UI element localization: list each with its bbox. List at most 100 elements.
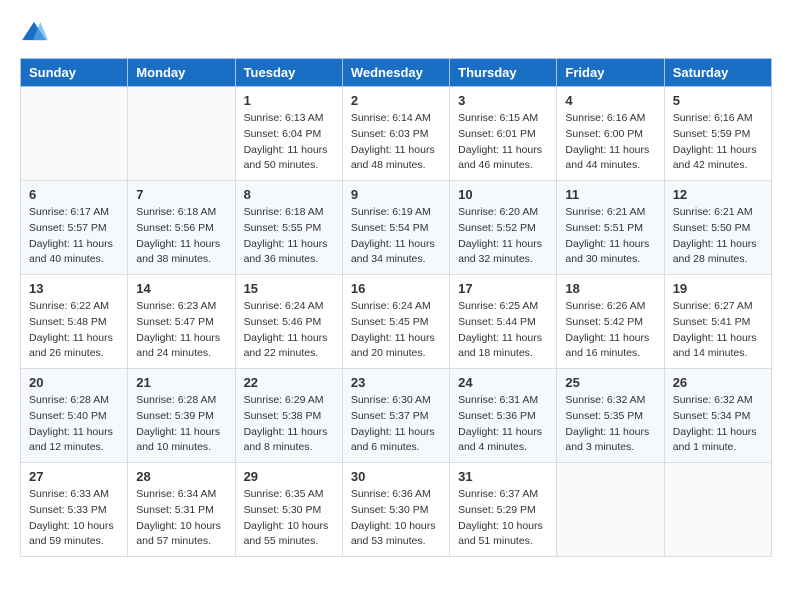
- calendar-week-3: 13 Sunrise: 6:22 AMSunset: 5:48 PMDayligh…: [21, 275, 772, 369]
- day-number: 14: [136, 281, 226, 296]
- calendar-table: SundayMondayTuesdayWednesdayThursdayFrid…: [20, 58, 772, 557]
- day-number: 12: [673, 187, 763, 202]
- calendar-cell: 17 Sunrise: 6:25 AMSunset: 5:44 PMDayligh…: [450, 275, 557, 369]
- day-info: Sunrise: 6:24 AMSunset: 5:45 PMDaylight:…: [351, 299, 441, 362]
- calendar-header: SundayMondayTuesdayWednesdayThursdayFrid…: [21, 59, 772, 87]
- weekday-header-monday: Monday: [128, 59, 235, 87]
- day-info: Sunrise: 6:26 AMSunset: 5:42 PMDaylight:…: [565, 299, 655, 362]
- calendar-cell: 21 Sunrise: 6:28 AMSunset: 5:39 PMDayligh…: [128, 369, 235, 463]
- calendar-cell: 2 Sunrise: 6:14 AMSunset: 6:03 PMDaylight…: [342, 87, 449, 181]
- day-info: Sunrise: 6:37 AMSunset: 5:29 PMDaylight:…: [458, 487, 548, 550]
- calendar-cell: 8 Sunrise: 6:18 AMSunset: 5:55 PMDaylight…: [235, 181, 342, 275]
- day-info: Sunrise: 6:18 AMSunset: 5:55 PMDaylight:…: [244, 205, 334, 268]
- day-info: Sunrise: 6:32 AMSunset: 5:34 PMDaylight:…: [673, 393, 763, 456]
- weekday-header-saturday: Saturday: [664, 59, 771, 87]
- calendar-cell: 3Sunrise: 6:15 AMSunset: 6:01 PMDaylight…: [450, 87, 557, 181]
- day-number: 6: [29, 187, 119, 202]
- calendar-cell: 28Sunrise: 6:34 AMSunset: 5:31 PMDayligh…: [128, 463, 235, 557]
- calendar-cell: 9Sunrise: 6:19 AMSunset: 5:54 PMDaylight…: [342, 181, 449, 275]
- weekday-header-tuesday: Tuesday: [235, 59, 342, 87]
- calendar-body: 1 Sunrise: 6:13 AMSunset: 6:04 PMDaylight…: [21, 87, 772, 557]
- day-info: Sunrise: 6:14 AMSunset: 6:03 PMDaylight:…: [351, 111, 441, 174]
- day-number: 26: [673, 375, 763, 390]
- day-number: 13: [29, 281, 119, 296]
- day-info: Sunrise: 6:29 AMSunset: 5:38 PMDaylight:…: [244, 393, 334, 456]
- day-number: 8: [244, 187, 334, 202]
- day-number: 27: [29, 469, 119, 484]
- day-info: Sunrise: 6:35 AMSunset: 5:30 PMDaylight:…: [244, 487, 334, 550]
- day-info: Sunrise: 6:33 AMSunset: 5:33 PMDaylight:…: [29, 487, 119, 550]
- calendar-cell: 12 Sunrise: 6:21 AMSunset: 5:50 PMDayligh…: [664, 181, 771, 275]
- day-number: 4: [565, 93, 655, 108]
- calendar-week-2: 6 Sunrise: 6:17 AMSunset: 5:57 PMDaylight…: [21, 181, 772, 275]
- day-number: 22: [244, 375, 334, 390]
- day-number: 2: [351, 93, 441, 108]
- day-info: Sunrise: 6:13 AMSunset: 6:04 PMDaylight:…: [244, 111, 334, 174]
- weekday-header-sunday: Sunday: [21, 59, 128, 87]
- calendar-cell: 24 Sunrise: 6:31 AMSunset: 5:36 PMDayligh…: [450, 369, 557, 463]
- calendar-cell: 20Sunrise: 6:28 AMSunset: 5:40 PMDayligh…: [21, 369, 128, 463]
- day-info: Sunrise: 6:23 AMSunset: 5:47 PMDaylight:…: [136, 299, 226, 362]
- day-number: 29: [244, 469, 334, 484]
- day-number: 19: [673, 281, 763, 296]
- day-info: Sunrise: 6:30 AMSunset: 5:37 PMDaylight:…: [351, 393, 441, 456]
- day-number: 9: [351, 187, 441, 202]
- day-info: Sunrise: 6:31 AMSunset: 5:36 PMDaylight:…: [458, 393, 548, 456]
- calendar-cell: 26 Sunrise: 6:32 AMSunset: 5:34 PMDayligh…: [664, 369, 771, 463]
- day-info: Sunrise: 6:27 AMSunset: 5:41 PMDaylight:…: [673, 299, 763, 362]
- calendar-cell: [128, 87, 235, 181]
- day-number: 7: [136, 187, 226, 202]
- calendar-cell: 4 Sunrise: 6:16 AMSunset: 6:00 PMDaylight…: [557, 87, 664, 181]
- calendar-cell: 19 Sunrise: 6:27 AMSunset: 5:41 PMDayligh…: [664, 275, 771, 369]
- calendar-cell: [557, 463, 664, 557]
- day-info: Sunrise: 6:21 AMSunset: 5:51 PMDaylight:…: [565, 205, 655, 268]
- logo-icon: [20, 20, 48, 42]
- day-info: Sunrise: 6:20 AMSunset: 5:52 PMDaylight:…: [458, 205, 548, 268]
- day-info: Sunrise: 6:16 AMSunset: 6:00 PMDaylight:…: [565, 111, 655, 174]
- day-number: 5: [673, 93, 763, 108]
- calendar-cell: 30Sunrise: 6:36 AMSunset: 5:30 PMDayligh…: [342, 463, 449, 557]
- day-info: Sunrise: 6:21 AMSunset: 5:50 PMDaylight:…: [673, 205, 763, 268]
- day-info: Sunrise: 6:17 AMSunset: 5:57 PMDaylight:…: [29, 205, 119, 268]
- calendar-week-4: 20Sunrise: 6:28 AMSunset: 5:40 PMDayligh…: [21, 369, 772, 463]
- calendar-cell: 1 Sunrise: 6:13 AMSunset: 6:04 PMDaylight…: [235, 87, 342, 181]
- calendar-cell: 27 Sunrise: 6:33 AMSunset: 5:33 PMDayligh…: [21, 463, 128, 557]
- day-number: 28: [136, 469, 226, 484]
- day-number: 11: [565, 187, 655, 202]
- calendar-cell: 7Sunrise: 6:18 AMSunset: 5:56 PMDaylight…: [128, 181, 235, 275]
- day-number: 21: [136, 375, 226, 390]
- calendar-cell: 13 Sunrise: 6:22 AMSunset: 5:48 PMDayligh…: [21, 275, 128, 369]
- day-number: 18: [565, 281, 655, 296]
- day-info: Sunrise: 6:25 AMSunset: 5:44 PMDaylight:…: [458, 299, 548, 362]
- calendar-cell: 18 Sunrise: 6:26 AMSunset: 5:42 PMDayligh…: [557, 275, 664, 369]
- calendar-cell: [664, 463, 771, 557]
- calendar-cell: 29 Sunrise: 6:35 AMSunset: 5:30 PMDayligh…: [235, 463, 342, 557]
- weekday-row: SundayMondayTuesdayWednesdayThursdayFrid…: [21, 59, 772, 87]
- calendar-cell: 23 Sunrise: 6:30 AMSunset: 5:37 PMDayligh…: [342, 369, 449, 463]
- day-info: Sunrise: 6:28 AMSunset: 5:40 PMDaylight:…: [29, 393, 119, 456]
- day-number: 23: [351, 375, 441, 390]
- day-info: Sunrise: 6:32 AMSunset: 5:35 PMDaylight:…: [565, 393, 655, 456]
- logo: [20, 20, 52, 42]
- day-number: 30: [351, 469, 441, 484]
- day-number: 10: [458, 187, 548, 202]
- day-info: Sunrise: 6:15 AMSunset: 6:01 PMDaylight:…: [458, 111, 548, 174]
- day-number: 17: [458, 281, 548, 296]
- day-info: Sunrise: 6:16 AMSunset: 5:59 PMDaylight:…: [673, 111, 763, 174]
- calendar-cell: 10 Sunrise: 6:20 AMSunset: 5:52 PMDayligh…: [450, 181, 557, 275]
- day-number: 24: [458, 375, 548, 390]
- day-info: Sunrise: 6:28 AMSunset: 5:39 PMDaylight:…: [136, 393, 226, 456]
- page-header: [20, 20, 772, 42]
- calendar-cell: 25Sunrise: 6:32 AMSunset: 5:35 PMDayligh…: [557, 369, 664, 463]
- calendar-week-1: 1 Sunrise: 6:13 AMSunset: 6:04 PMDaylight…: [21, 87, 772, 181]
- day-number: 15: [244, 281, 334, 296]
- day-info: Sunrise: 6:24 AMSunset: 5:46 PMDaylight:…: [244, 299, 334, 362]
- calendar-cell: 5 Sunrise: 6:16 AMSunset: 5:59 PMDaylight…: [664, 87, 771, 181]
- calendar-cell: 15 Sunrise: 6:24 AMSunset: 5:46 PMDayligh…: [235, 275, 342, 369]
- calendar-cell: 16 Sunrise: 6:24 AMSunset: 5:45 PMDayligh…: [342, 275, 449, 369]
- day-info: Sunrise: 6:22 AMSunset: 5:48 PMDaylight:…: [29, 299, 119, 362]
- calendar-cell: 14 Sunrise: 6:23 AMSunset: 5:47 PMDayligh…: [128, 275, 235, 369]
- day-number: 16: [351, 281, 441, 296]
- day-number: 1: [244, 93, 334, 108]
- calendar-cell: 11 Sunrise: 6:21 AMSunset: 5:51 PMDayligh…: [557, 181, 664, 275]
